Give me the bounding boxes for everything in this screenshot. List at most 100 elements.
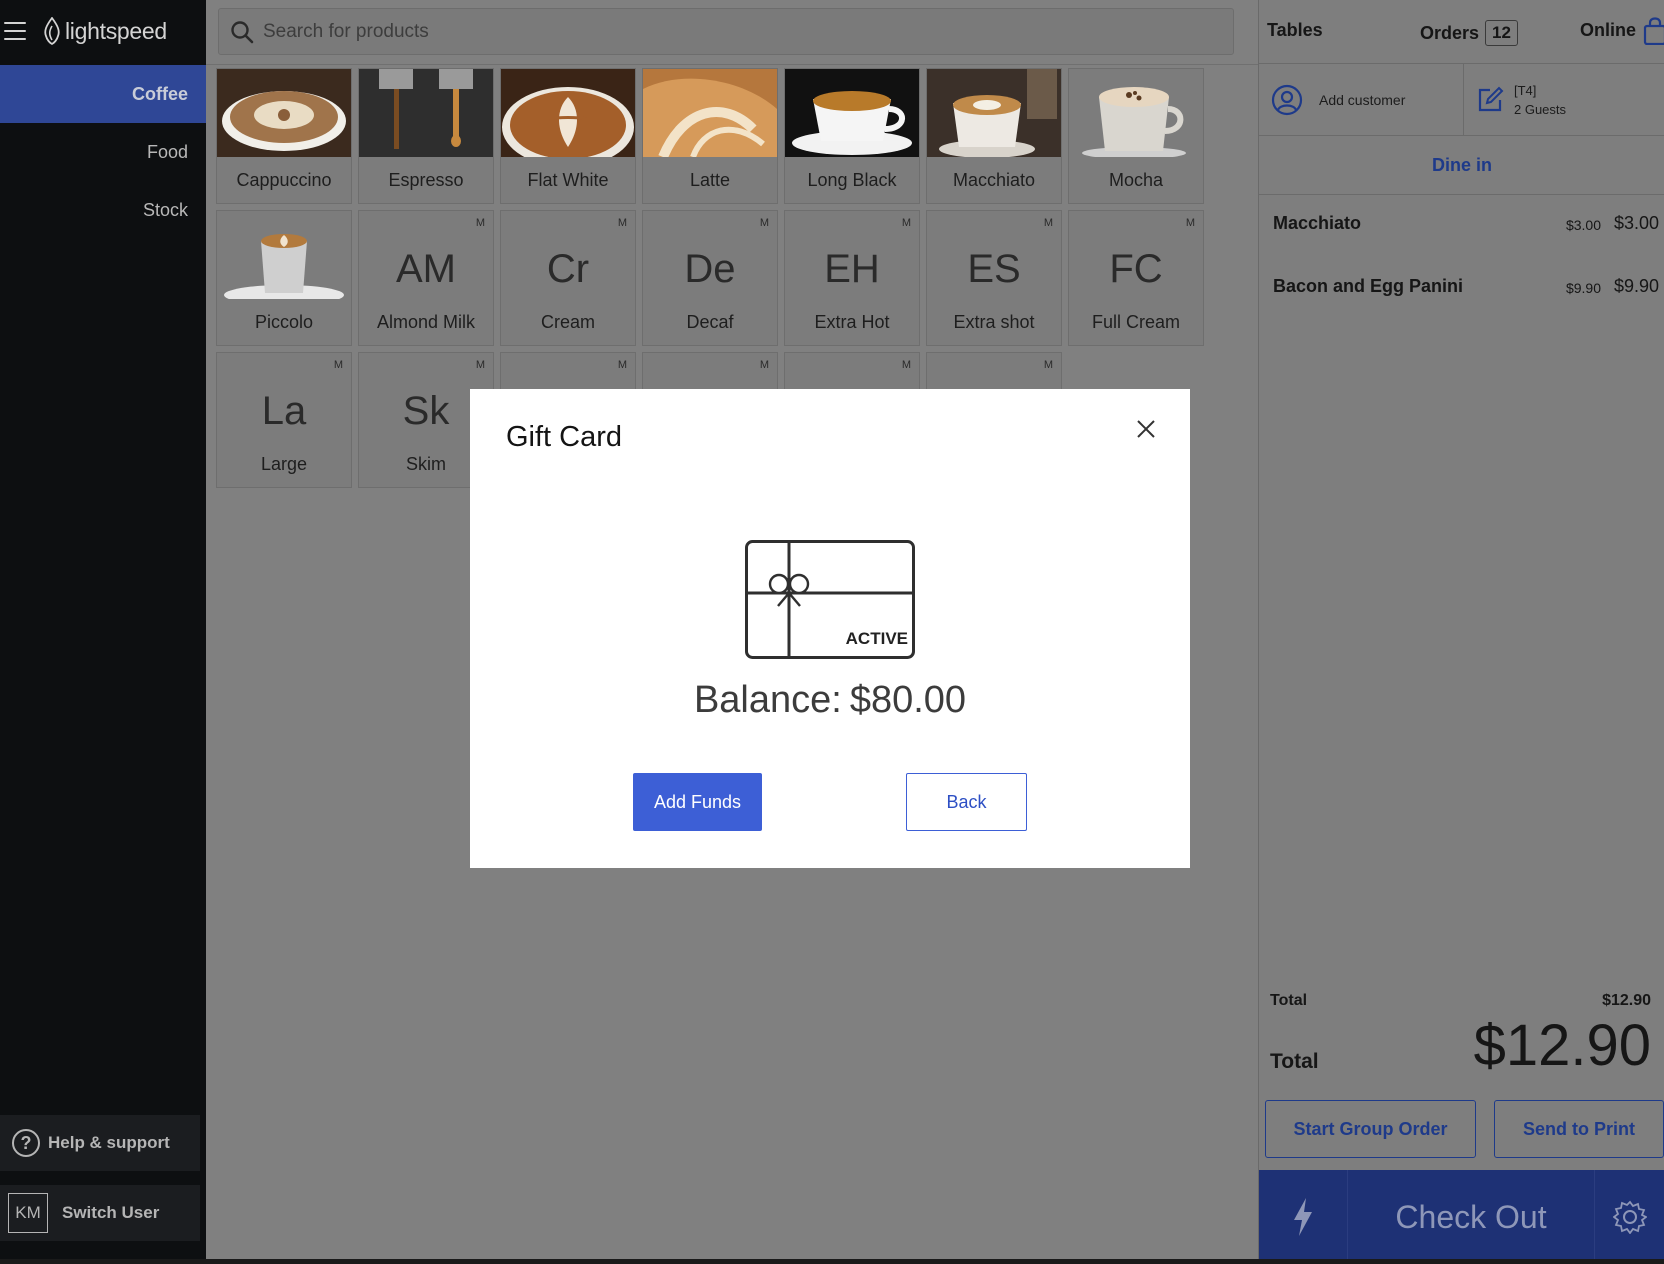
orders-tab[interactable]: Orders 12 xyxy=(1420,20,1518,46)
modifier-badge: M xyxy=(617,359,627,371)
modifier-label: Full Cream xyxy=(1091,312,1180,332)
checkout-button[interactable]: Check Out xyxy=(1348,1170,1595,1264)
modifier-abbr: EH xyxy=(824,247,880,291)
header-divider xyxy=(206,64,1258,65)
back-button[interactable]: Back xyxy=(906,773,1027,831)
dialog-title: Gift Card xyxy=(506,421,623,453)
line-item-unit-price: $3.00 xyxy=(1565,217,1601,233)
search-input[interactable] xyxy=(263,20,1163,43)
modifier-badge: M xyxy=(759,359,769,371)
balance-line: Balance: $80.00 xyxy=(470,679,1190,722)
send-to-print-button[interactable]: Send to Print xyxy=(1494,1100,1664,1158)
quick-pay-button[interactable] xyxy=(1259,1170,1348,1264)
user-avatar: KM xyxy=(8,1193,48,1233)
product-tile-piccolo[interactable]: Piccolo xyxy=(216,210,352,346)
product-tile-flat-white[interactable]: Flat White xyxy=(500,68,636,204)
modifier-label: Large xyxy=(260,454,308,474)
settings-button[interactable] xyxy=(1595,1170,1664,1264)
brand-name: lightspeed xyxy=(65,17,167,44)
tables-tab[interactable]: Tables xyxy=(1267,20,1323,41)
modifier-abbr: AM xyxy=(396,247,456,291)
modifier-tile-cream[interactable]: M Cr Cream xyxy=(500,210,636,346)
product-label: Piccolo xyxy=(254,312,314,332)
product-tile-cappuccino[interactable]: Cappuccino xyxy=(216,68,352,204)
table-code: [T4] xyxy=(1514,83,1537,98)
modifier-abbr: FC xyxy=(1109,247,1163,291)
modifier-tile-extra-hot[interactable]: M EH Extra Hot xyxy=(784,210,920,346)
modifier-tile-almond-milk[interactable]: M AM Almond Milk xyxy=(358,210,494,346)
help-support-label: Help & support xyxy=(48,1133,170,1152)
long-black-photo xyxy=(785,69,919,157)
modifier-badge: M xyxy=(901,359,911,371)
line-item-unit-price: $9.90 xyxy=(1565,280,1601,296)
gear-icon xyxy=(1613,1200,1647,1234)
add-funds-button[interactable]: Add Funds xyxy=(633,773,762,831)
macchiato-photo xyxy=(927,69,1061,157)
order-panel: Tables Orders 12 Online Add customer [T4… xyxy=(1258,0,1664,1264)
modifier-badge: M xyxy=(1185,217,1195,229)
espresso-photo xyxy=(359,69,493,157)
product-label: Espresso xyxy=(388,170,464,190)
product-search[interactable] xyxy=(218,8,1234,55)
lightning-icon xyxy=(1294,1198,1312,1236)
product-tile-macchiato[interactable]: Macchiato xyxy=(926,68,1062,204)
product-tile-long-black[interactable]: Long Black xyxy=(784,68,920,204)
order-line-item[interactable]: Bacon and Egg Panini $9.90 $9.90 xyxy=(1259,268,1664,308)
line-item-name: Bacon and Egg Panini xyxy=(1273,276,1464,296)
balance-value: $80.00 xyxy=(849,679,967,721)
checkout-bar: Check Out xyxy=(1259,1170,1664,1264)
cappuccino-photo xyxy=(217,69,351,157)
product-label: Cappuccino xyxy=(236,170,332,190)
modifier-abbr: Cr xyxy=(546,247,590,291)
gift-card-status: ACTIVE xyxy=(845,629,908,648)
modifier-label: Decaf xyxy=(686,312,734,332)
close-icon[interactable] xyxy=(1134,417,1158,441)
piccolo-photo xyxy=(217,211,351,299)
line-item-name: Macchiato xyxy=(1273,213,1362,233)
mocha-photo xyxy=(1069,69,1203,157)
bottom-edge xyxy=(0,1259,1664,1264)
product-tile-mocha[interactable]: Mocha xyxy=(1068,68,1204,204)
product-tile-latte[interactable]: Latte xyxy=(642,68,778,204)
guest-count: 2 Guests xyxy=(1514,102,1567,117)
start-group-order-button[interactable]: Start Group Order xyxy=(1265,1100,1476,1158)
table-info-button[interactable]: [T4] 2 Guests xyxy=(1464,64,1664,136)
modifier-tile-large[interactable]: M La Large xyxy=(216,352,352,488)
order-line-item[interactable]: Macchiato $3.00 $3.00 xyxy=(1259,205,1664,245)
brand-logo: lightspeed xyxy=(42,17,167,45)
modifier-badge: M xyxy=(333,359,343,371)
switch-user-button[interactable]: KM Switch User xyxy=(0,1185,200,1241)
category-coffee[interactable]: Coffee xyxy=(0,65,206,123)
add-customer-button[interactable]: Add customer xyxy=(1259,64,1464,136)
dine-mode-selector[interactable]: Dine in xyxy=(1259,136,1664,195)
subtotal-value: $12.90 xyxy=(1602,992,1651,1009)
orders-count-badge: 12 xyxy=(1485,20,1518,46)
shopping-bag-icon[interactable] xyxy=(1643,17,1664,45)
modifier-badge: M xyxy=(1043,359,1053,371)
line-item-total: $3.00 xyxy=(1613,213,1659,233)
total-value: $12.90 xyxy=(1473,1013,1651,1078)
modifier-badge: M xyxy=(901,217,911,229)
product-label: Mocha xyxy=(1108,170,1164,190)
modifier-tile-decaf[interactable]: M De Decaf xyxy=(642,210,778,346)
switch-user-label: Switch User xyxy=(62,1203,160,1222)
menu-icon[interactable] xyxy=(4,22,26,40)
modifier-badge: M xyxy=(759,217,769,229)
sidebar-header: lightspeed xyxy=(0,0,206,62)
product-label: Long Black xyxy=(807,170,897,190)
modifier-tile-extra-shot[interactable]: M ES Extra shot xyxy=(926,210,1062,346)
order-panel-header: Tables Orders 12 Online xyxy=(1259,0,1664,64)
edit-icon xyxy=(1478,86,1504,112)
online-tab[interactable]: Online xyxy=(1580,20,1636,41)
product-label: Latte xyxy=(689,170,731,190)
category-food[interactable]: Food xyxy=(0,123,206,181)
modifier-abbr: De xyxy=(684,247,736,291)
total-label: Total xyxy=(1270,1050,1319,1073)
modifier-badge: M xyxy=(475,217,485,229)
help-support-button[interactable]: ? Help & support xyxy=(0,1115,200,1171)
modifier-label: Cream xyxy=(540,312,595,332)
category-stock[interactable]: Stock xyxy=(0,181,206,239)
product-tile-espresso[interactable]: Espresso xyxy=(358,68,494,204)
gift-card-dialog: Gift Card ACTIVE Balance: $80.00 Add Fund… xyxy=(470,389,1190,868)
modifier-tile-full-cream[interactable]: M FC Full Cream xyxy=(1068,210,1204,346)
